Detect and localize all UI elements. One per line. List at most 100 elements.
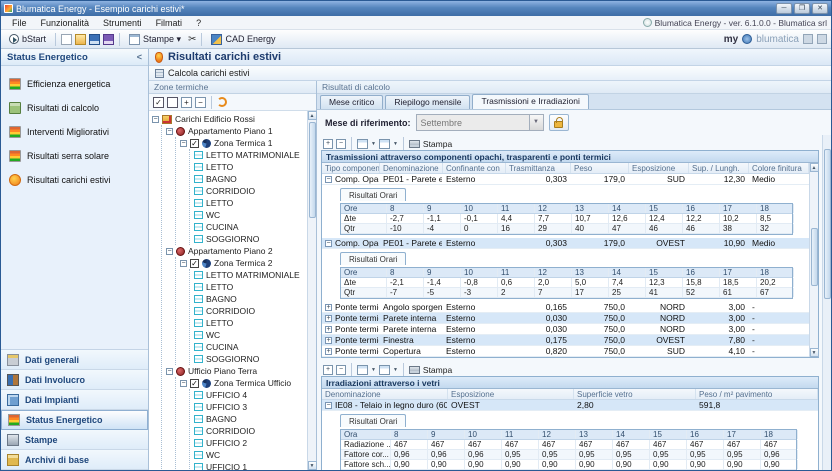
tree-scroll-thumb[interactable] [309, 122, 316, 218]
column-header-tipo-componente[interactable]: Tipo componente [322, 163, 380, 173]
column-header-esposizione[interactable]: Esposizione [448, 389, 574, 399]
component-row[interactable]: −Comp. OpacoPE01 - Parete este...Esterno… [322, 238, 809, 249]
tree-node-room[interactable]: LETTO MATRIMONIALE [194, 149, 307, 161]
collapse-all-icon[interactable]: − [195, 97, 206, 108]
tree-node-room[interactable]: CORRIDOIO [194, 425, 307, 437]
tree-node-room[interactable]: CUCINA [194, 341, 307, 353]
tree-node-room[interactable]: LETTO [194, 281, 307, 293]
zone-checkbox[interactable]: ✓ [190, 139, 199, 148]
expand-row-icon[interactable]: + [325, 326, 332, 333]
close-button[interactable]: ✕ [812, 3, 828, 14]
collapse-row-icon[interactable]: − [325, 240, 332, 247]
export-grid-icon[interactable] [379, 365, 390, 375]
grid-view-icon[interactable] [357, 139, 368, 149]
tree-node-room[interactable]: LETTO [194, 161, 307, 173]
results-scrollbar[interactable] [822, 135, 831, 470]
open-folder-icon[interactable] [75, 34, 86, 45]
collapse-node-icon[interactable]: − [166, 128, 173, 135]
component-row[interactable]: +Ponte termicoCoperturaEsterno0,820750,0… [322, 346, 809, 357]
tree-node-ufficio-piano-terra[interactable]: −Ufficio Piano Terra [166, 365, 307, 377]
collapse-sidebar-icon[interactable]: < [137, 52, 142, 62]
tree-node-zona-termica-ufficio[interactable]: −✓Zona Termica Ufficio [180, 377, 307, 389]
tree-node-room[interactable]: WC [194, 209, 307, 221]
expand-rows-icon[interactable]: + [323, 365, 333, 375]
export-grid-icon[interactable] [379, 139, 390, 149]
column-header-peso[interactable]: Peso [571, 163, 629, 173]
nav-item-status-energetico[interactable]: Status Energetico [1, 410, 148, 430]
results-scroll-thumb[interactable] [824, 149, 831, 299]
zone-checkbox[interactable]: ✓ [190, 259, 199, 268]
minimize-button[interactable]: ─ [776, 3, 792, 14]
tab-trasmissioni-e-irradiazioni[interactable]: Trasmissioni e Irradiazioni [472, 94, 588, 109]
cad-energy-button[interactable]: CAD Energy [207, 33, 279, 46]
hourly-results-tab[interactable]: Risultati Orari [340, 188, 406, 201]
table1-scroll-up-icon[interactable]: ▲ [810, 163, 819, 172]
tree-node-room[interactable]: SOGGIORNO [194, 353, 307, 365]
nav-item-archivi-di-base[interactable]: Archivi di base [1, 450, 148, 470]
table1-scrollbar[interactable]: ▲ ▼ [809, 163, 818, 357]
collapse-node-icon[interactable]: − [180, 380, 187, 387]
tree-node-room[interactable]: UFFICIO 2 [194, 437, 307, 449]
collapse-node-icon[interactable]: − [166, 248, 173, 255]
sidebar-item-interventi-migliorativi[interactable]: Interventi Migliorativi [1, 120, 148, 144]
column-header-confinante-con[interactable]: Confinante con [443, 163, 506, 173]
notes-icon[interactable] [817, 34, 827, 44]
tree-node-room[interactable]: CORRIDOIO [194, 305, 307, 317]
collapse-node-icon[interactable]: − [180, 140, 187, 147]
column-header-denominazione[interactable]: Denominazione [380, 163, 443, 173]
hourly-results-tab[interactable]: Risultati Orari [340, 414, 406, 427]
sidebar-item-risultati-carichi-estivi[interactable]: Risultati carichi estivi [1, 168, 148, 192]
menu-item-filmati[interactable]: Filmati [149, 18, 190, 28]
stampa-button-1[interactable]: Stampa [423, 139, 452, 149]
bstart-button[interactable]: bStart [5, 33, 50, 45]
tab-mese-critico[interactable]: Mese critico [320, 95, 383, 109]
nav-item-dati-involucro[interactable]: Dati Involucro [1, 370, 148, 390]
scroll-down-icon[interactable]: ▼ [308, 461, 317, 470]
chevron-down-icon[interactable]: ▼ [529, 115, 543, 130]
collapse-row-icon[interactable]: − [325, 176, 332, 183]
scroll-up-icon[interactable]: ▲ [308, 111, 317, 120]
tree-node-zona-termica-2[interactable]: −✓Zona Termica 2 [180, 257, 307, 269]
tree-node-room[interactable]: LETTO [194, 317, 307, 329]
tree-node-room[interactable]: LETTO [194, 197, 307, 209]
table1-scroll-down-icon[interactable]: ▼ [810, 348, 819, 357]
save-icon[interactable] [89, 34, 100, 45]
collapse-row-icon[interactable]: − [325, 402, 332, 409]
tree-node-room[interactable]: UFFICIO 3 [194, 401, 307, 413]
component-row[interactable]: −IE08 - Telaio in legno duro (60 cm) e v… [322, 400, 818, 411]
zone-checkbox[interactable]: ✓ [190, 379, 199, 388]
profile-icon[interactable] [803, 34, 813, 44]
maximize-button[interactable]: ❐ [794, 3, 810, 14]
stampa-button-2[interactable]: Stampa [423, 365, 452, 375]
tree-node-room[interactable]: CORRIDOIO [194, 185, 307, 197]
tree-node-room[interactable]: SOGGIORNO [194, 233, 307, 245]
column-header-superficie-vetro[interactable]: Superficie vetro [574, 389, 696, 399]
tree-node-room[interactable]: WC [194, 329, 307, 341]
column-header-denominazione[interactable]: Denominazione [322, 389, 448, 399]
menu-item-item[interactable]: ? [189, 18, 208, 28]
menu-item-file[interactable]: File [5, 18, 34, 28]
nav-item-dati-impianti[interactable]: Dati Impianti [1, 390, 148, 410]
sidebar-item-risultati-serra-solare[interactable]: Risultati serra solare [1, 144, 148, 168]
new-file-icon[interactable] [61, 34, 72, 45]
tree-node-appartamento-piano-2[interactable]: −Appartamento Piano 2 [166, 245, 307, 257]
calcola-button[interactable]: Calcola carichi estivi [168, 68, 250, 78]
tree-node-room[interactable]: LETTO MATRIMONIALE [194, 269, 307, 281]
collapse-rows-icon[interactable]: − [336, 139, 346, 149]
tree-node-root[interactable]: −Carichi Edificio Rossi [152, 113, 307, 125]
nav-item-stampe[interactable]: Stampe [1, 430, 148, 450]
sidebar-item-efficienza-energetica[interactable]: Efficienza energetica [1, 72, 148, 96]
check-all-icon[interactable]: ✓ [153, 97, 164, 108]
tree-node-room[interactable]: BAGNO [194, 173, 307, 185]
column-header-sup-lungh[interactable]: Sup. / Lungh. [689, 163, 749, 173]
tools-icon[interactable]: ✂ [188, 34, 196, 45]
expand-row-icon[interactable]: + [325, 348, 332, 355]
expand-row-icon[interactable]: + [325, 304, 332, 311]
lock-button[interactable] [549, 114, 569, 131]
tree-node-room[interactable]: CUCINA [194, 221, 307, 233]
save-all-icon[interactable] [103, 34, 114, 45]
grid-view-icon[interactable] [357, 365, 368, 375]
stampe-button[interactable]: Stampe ▾ [125, 33, 185, 46]
tree-node-room[interactable]: BAGNO [194, 413, 307, 425]
column-header-colore-finitura[interactable]: Colore finitura [749, 163, 809, 173]
